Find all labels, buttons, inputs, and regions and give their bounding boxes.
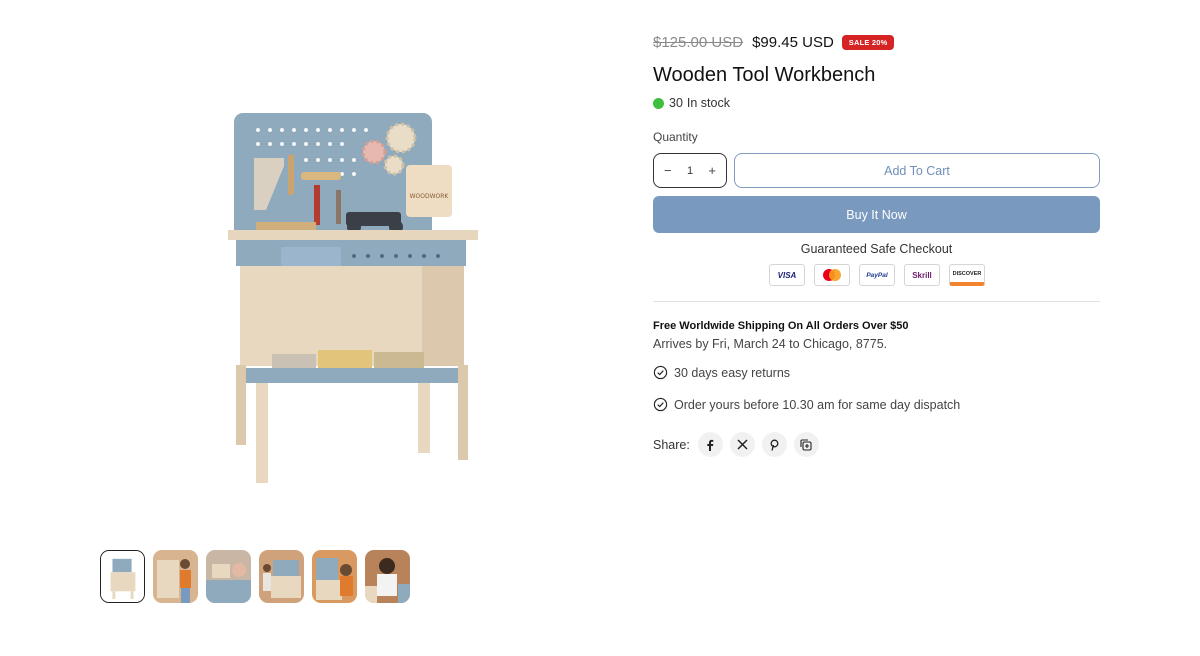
feature-dispatch: Order yours before 10.30 am for same day… [653, 397, 960, 412]
feature-returns: 30 days easy returns [653, 365, 790, 380]
in-stock-dot-icon [653, 97, 664, 109]
paypal-label: PayPal [866, 271, 888, 279]
pinterest-icon[interactable] [761, 432, 787, 457]
thumbnail-5[interactable] [312, 550, 357, 603]
feature-returns-text: 30 days easy returns [674, 365, 791, 380]
stock-count: 30 [669, 96, 683, 110]
add-to-cart-button[interactable]: Add To Cart [734, 153, 1100, 188]
discover-label: DISCOVER [952, 270, 982, 277]
thumbnail-2[interactable] [153, 550, 198, 603]
price-row: $125.00 USD $99.45 USD SALE 20% [653, 34, 895, 51]
original-price: $125.00 USD [653, 34, 744, 51]
skrill-label: Skrill [912, 270, 932, 280]
decrease-quantity-button[interactable]: − [664, 163, 672, 178]
x-icon[interactable] [729, 432, 755, 457]
thumbnail-6[interactable] [365, 550, 410, 603]
shipping-title: Free Worldwide Shipping On All Orders Ov… [653, 320, 909, 332]
discover-icon: DISCOVER [949, 264, 985, 286]
sale-badge: SALE 20% [841, 35, 895, 50]
feature-dispatch-text: Order yours before 10.30 am for same day… [674, 397, 961, 412]
paypal-icon: PayPal [859, 264, 895, 286]
buy-it-now-button[interactable]: Buy It Now [653, 196, 1100, 233]
thumbnail-1[interactable] [100, 550, 145, 603]
copy-link-icon[interactable] [793, 432, 819, 457]
quantity-stepper: − 1 + [653, 153, 727, 188]
stock-status: 30 In stock [653, 96, 730, 110]
visa-icon: VISA [769, 264, 805, 286]
share-row: Share: [653, 432, 826, 457]
payment-methods: VISA PayPal Skrill DISCOVER [769, 264, 985, 286]
sale-price: $99.45 USD [752, 34, 834, 51]
thumbnail-gallery [100, 550, 410, 603]
share-label: Share: [653, 437, 690, 452]
check-circle-icon [653, 365, 668, 380]
shipping-arrival: Arrives by Fri, March 24 to Chicago, 877… [653, 337, 888, 351]
divider [653, 301, 1100, 302]
mastercard-icon [814, 264, 850, 286]
thumbnail-4[interactable] [259, 550, 304, 603]
check-circle-icon [653, 397, 668, 412]
quantity-label: Quantity [653, 130, 698, 144]
svg-text:WOODWORK: WOODWORK [410, 193, 450, 200]
stock-text: In stock [686, 96, 730, 110]
facebook-icon[interactable] [697, 432, 723, 457]
skrill-icon: Skrill [904, 264, 940, 286]
increase-quantity-button[interactable]: + [708, 163, 716, 178]
thumbnail-3[interactable] [206, 550, 251, 603]
visa-label: VISA [777, 270, 797, 280]
product-title: Wooden Tool Workbench [653, 64, 876, 86]
safe-checkout-title: Guaranteed Safe Checkout [800, 242, 953, 256]
product-main-image[interactable]: WOODWORK [226, 110, 488, 490]
quantity-value[interactable]: 1 [687, 165, 693, 177]
